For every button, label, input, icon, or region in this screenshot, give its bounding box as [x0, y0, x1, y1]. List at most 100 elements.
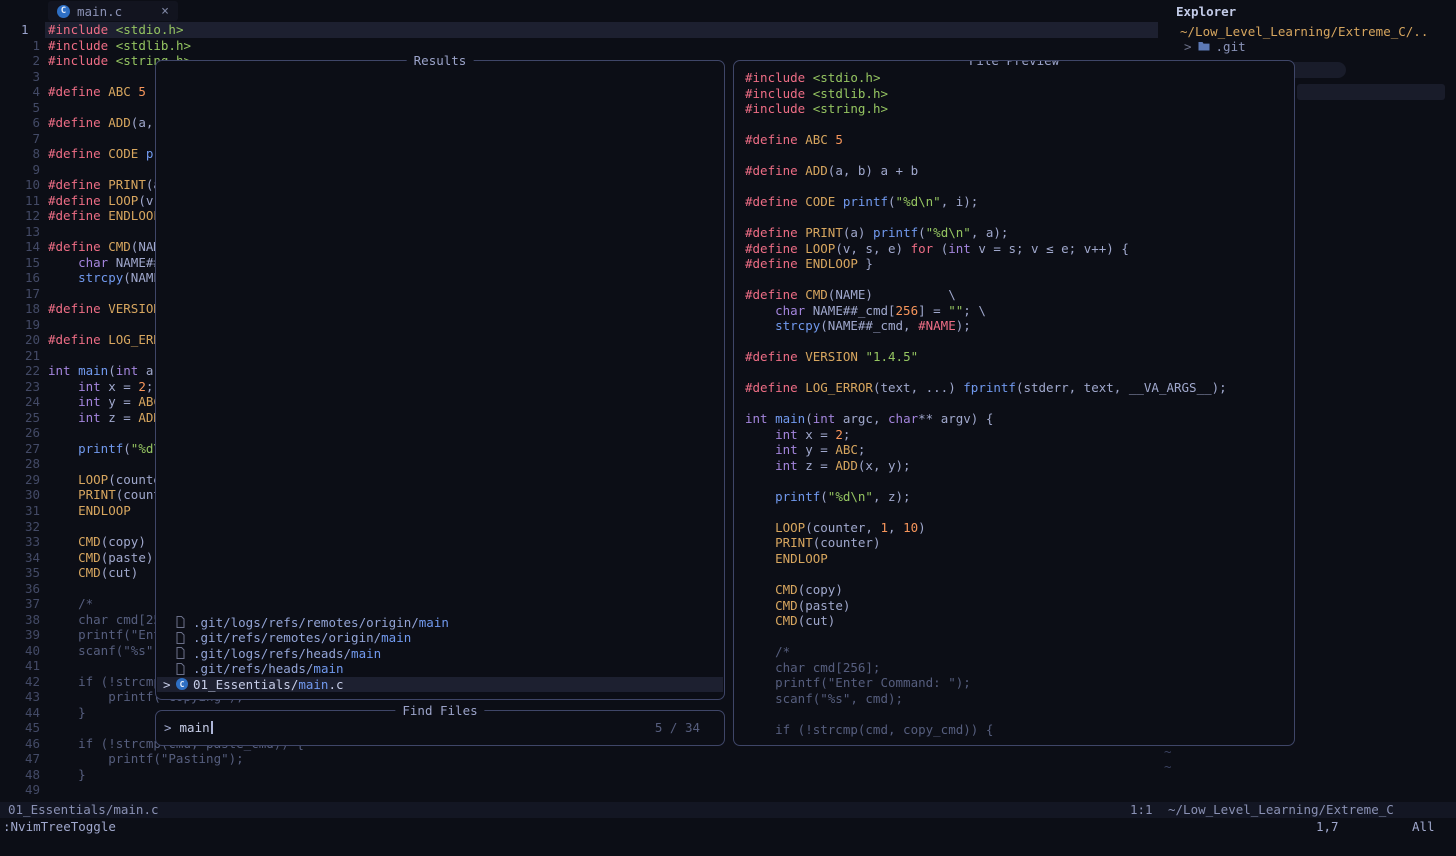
preview-code-line: #define VERSION "1.4.5" [745, 349, 1294, 365]
command-line[interactable]: :NvimTreeToggle 1,7 All [0, 818, 1456, 838]
line-number: 47 [0, 751, 40, 767]
preview-code-line [745, 396, 1294, 412]
line-number: 20 [0, 332, 40, 348]
line-number: 8 [0, 146, 40, 162]
code-line[interactable]: 1#include <stdlib.h> [0, 38, 1158, 54]
preview-code-line [745, 334, 1294, 350]
command-text: :NvimTreeToggle [3, 818, 116, 835]
tree-item-label: .git [1216, 39, 1246, 54]
results-entry[interactable]: .git/logs/refs/remotes/origin/main [157, 615, 723, 631]
code-line[interactable]: 48 } [0, 767, 1158, 783]
line-number: 22 [0, 363, 40, 379]
line-number: 4 [0, 84, 40, 100]
preview-code-line: #define CODE printf("%d\n", i); [745, 194, 1294, 210]
statusline: 01_Essentials/main.c 1:1 ~/Low_Level_Lea… [0, 802, 1456, 818]
line-number: 9 [0, 162, 40, 178]
preview-code-line: #define ADD(a, b) a + b [745, 163, 1294, 179]
preview-lines: #include <stdio.h>#include <stdlib.h>#in… [734, 61, 1294, 737]
preview-code-line: /* [745, 644, 1294, 660]
preview-code-line: int main(int argc, char** argv) { [745, 411, 1294, 427]
preview-code-line: char NAME##_cmd[256] = ""; \ [745, 303, 1294, 319]
preview-code-line [745, 117, 1294, 133]
line-number: 24 [0, 394, 40, 410]
line-number: 27 [0, 441, 40, 457]
line-number: 30 [0, 487, 40, 503]
finder-window-title: Find Files [395, 703, 484, 718]
line-number: 13 [0, 224, 40, 240]
line-number: 29 [0, 472, 40, 488]
line-number: 10 [0, 177, 40, 193]
selection-caret [163, 615, 176, 631]
preview-code-line: #include <stdlib.h> [745, 86, 1294, 102]
tab-label: main.c [77, 4, 122, 19]
c-language-icon: C [57, 5, 70, 18]
line-number: 35 [0, 565, 40, 581]
code-line[interactable]: 47 printf("Pasting"); [0, 751, 1158, 767]
text-cursor [211, 721, 213, 734]
line-number: 48 [0, 767, 40, 783]
buffer-tab-main-c[interactable]: C main.c × [48, 1, 178, 21]
line-number: 2 [0, 53, 40, 69]
selection-caret: > [163, 677, 176, 693]
line-number: 3 [0, 69, 40, 85]
line-number: 14 [0, 239, 40, 255]
line-number: 28 [0, 456, 40, 472]
selection-caret [163, 661, 176, 677]
preview-code-line [745, 567, 1294, 583]
preview-code-line [745, 629, 1294, 645]
file-icon [176, 616, 193, 628]
result-path: .git/logs/refs/remotes/origin/main [193, 615, 449, 631]
line-number: 38 [0, 612, 40, 628]
preview-code-line [745, 210, 1294, 226]
preview-code-line: #define ENDLOOP } [745, 256, 1294, 272]
statusline-cwd: ~/Low_Level_Learning/Extreme_C [1168, 802, 1394, 818]
file-preview-window: File Preview #include <stdio.h>#include … [733, 60, 1295, 746]
preview-code-line [745, 473, 1294, 489]
explorer-root-path: ~/Low_Level_Learning/Extreme_C/.. [1180, 24, 1428, 39]
code-line[interactable]: 49 [0, 782, 1158, 798]
preview-code-line [745, 504, 1294, 520]
line-number: 19 [0, 317, 40, 333]
tilde-marker: ~ [1164, 759, 1172, 775]
preview-code-line: #define CMD(NAME) \ [745, 287, 1294, 303]
search-query-text[interactable]: main [180, 720, 210, 735]
line-number: 1 [0, 22, 40, 38]
line-number: 39 [0, 627, 40, 643]
line-number: 41 [0, 658, 40, 674]
results-entry[interactable]: .git/logs/refs/heads/main [157, 646, 723, 662]
line-number: 17 [0, 286, 40, 302]
line-number: 25 [0, 410, 40, 426]
file-icon [176, 647, 193, 659]
results-entry[interactable]: >C01_Essentials/main.c [157, 677, 723, 693]
results-entry[interactable]: .git/refs/heads/main [157, 661, 723, 677]
prompt-caret: > [164, 720, 172, 735]
line-number: 21 [0, 348, 40, 364]
folder-icon [1198, 39, 1210, 54]
results-window-title: Results [407, 53, 474, 68]
preview-code-line: #define LOOP(v, s, e) for (int v = s; v … [745, 241, 1294, 257]
faint-highlight-artifact [1297, 84, 1445, 100]
code-line[interactable]: 1#include <stdio.h> [0, 22, 1158, 38]
preview-code-line: LOOP(counter, 1, 10) [745, 520, 1294, 536]
result-path: .git/logs/refs/heads/main [193, 646, 381, 662]
preview-code-line [745, 365, 1294, 381]
line-number: 40 [0, 643, 40, 659]
line-number: 45 [0, 720, 40, 736]
results-counter: 5 / 34 [655, 720, 700, 735]
line-number: 42 [0, 674, 40, 690]
preview-code-line: ENDLOOP [745, 551, 1294, 567]
results-list: .git/logs/refs/remotes/origin/main .git/… [157, 615, 723, 693]
close-icon[interactable]: × [161, 4, 169, 19]
preview-code-line: scanf("%s", cmd); [745, 691, 1294, 707]
chevron-right-icon: > [1184, 39, 1192, 54]
line-number: 44 [0, 705, 40, 721]
preview-code-line [745, 179, 1294, 195]
line-number: 6 [0, 115, 40, 131]
file-icon [176, 663, 193, 675]
result-path: .git/refs/remotes/origin/main [193, 630, 411, 646]
tree-item-git[interactable]: > .git [1184, 39, 1246, 54]
line-number: 5 [0, 100, 40, 116]
results-entry[interactable]: .git/refs/remotes/origin/main [157, 630, 723, 646]
telescope-prompt-window[interactable]: Find Files > main 5 / 34 [155, 710, 725, 746]
line-number: 26 [0, 425, 40, 441]
